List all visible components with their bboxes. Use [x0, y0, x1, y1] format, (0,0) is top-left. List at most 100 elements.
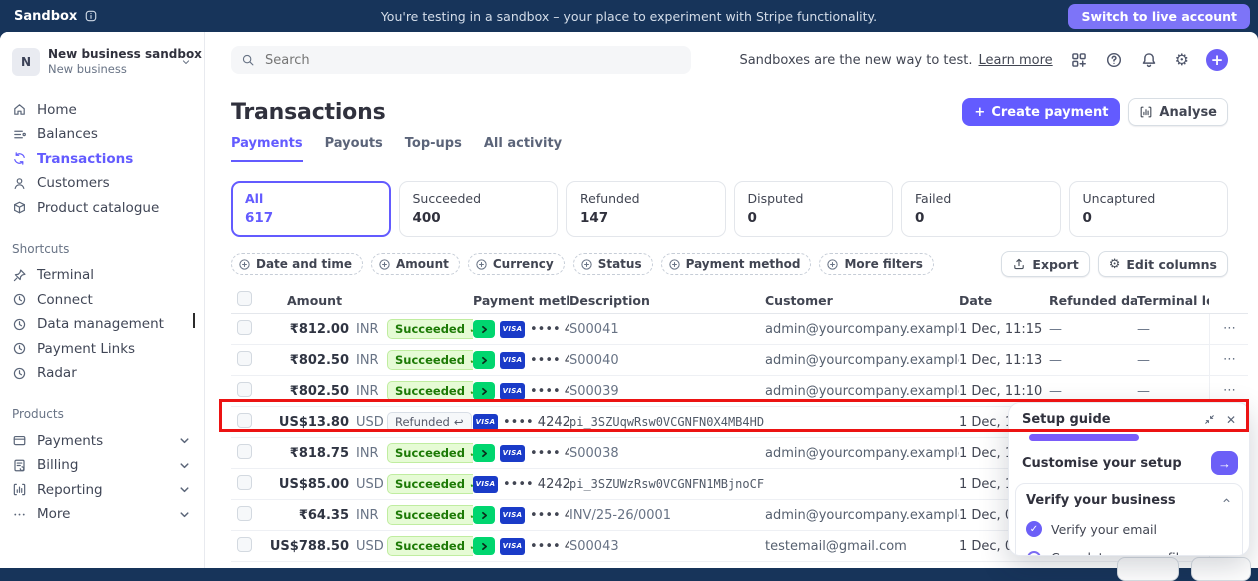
amount: US$13.80	[265, 415, 349, 430]
analyse-button[interactable]: Analyse	[1128, 98, 1228, 126]
table-row[interactable]: ₹802.50 INR Succeeded ✓ VISA •••• 4242 S…	[231, 345, 1248, 376]
row-checkbox[interactable]	[237, 475, 252, 490]
sidebar-item-label: Terminal	[37, 267, 94, 283]
link-payment-icon	[473, 351, 495, 369]
status-card-disputed[interactable]: Disputed 0	[734, 181, 894, 237]
sidebar-item-customers[interactable]: Customers	[0, 171, 204, 196]
sidebar-item-connect[interactable]: Connect	[0, 287, 204, 312]
account-switcher[interactable]: N New business sandbox New business	[0, 44, 204, 79]
row-checkbox[interactable]	[237, 537, 252, 552]
filter-chip-status[interactable]: Status	[573, 253, 653, 275]
sidebar-item-reporting[interactable]: Reporting	[0, 477, 204, 502]
export-button[interactable]: Export	[1001, 251, 1089, 277]
tab-all-activity[interactable]: All activity	[484, 136, 562, 162]
sidebar-item-data-management[interactable]: Data management	[0, 312, 204, 337]
sidebar-item-transactions[interactable]: Transactions	[0, 146, 204, 171]
description: pi_3SZUWzRsw0VCGNFN1MBjnoCF	[569, 477, 765, 491]
column-description[interactable]: Description	[569, 293, 765, 308]
sidebar-item-more[interactable]: More	[0, 502, 204, 527]
help-icon[interactable]	[1105, 51, 1123, 69]
settings-gear-icon[interactable]: ⚙	[1175, 51, 1189, 69]
row-checkbox[interactable]	[237, 444, 252, 459]
row-checkbox[interactable]	[237, 413, 252, 428]
column-amount[interactable]: Amount	[265, 293, 349, 308]
tab-payments[interactable]: Payments	[231, 136, 303, 162]
table-row[interactable]: ₹812.00 INR Succeeded ✓ VISA •••• 4242 S…	[231, 314, 1248, 345]
sidebar-item-payment-links[interactable]: Payment Links	[0, 336, 204, 361]
column-refunded-date[interactable]: Refunded date	[1049, 293, 1137, 308]
column-customer[interactable]: Customer	[765, 293, 959, 308]
column-payment-method[interactable]: Payment method	[473, 293, 569, 308]
status-card-uncaptured[interactable]: Uncaptured 0	[1069, 181, 1229, 237]
tab-top-ups[interactable]: Top-ups	[405, 136, 462, 162]
payment-method: VISA •••• 4242	[473, 320, 569, 338]
card-number: •••• 4242	[503, 415, 569, 430]
edit-columns-button[interactable]: ⚙ Edit columns	[1098, 251, 1228, 277]
clock-icon	[12, 292, 27, 307]
learn-more-link[interactable]: Learn more	[979, 53, 1053, 68]
filter-chip-more-filters[interactable]: More filters	[819, 253, 933, 275]
column-terminal-location[interactable]: Terminal loca	[1137, 293, 1209, 308]
sidebar-item-payments[interactable]: Payments	[0, 428, 204, 453]
info-icon[interactable]	[84, 9, 98, 23]
pagination-next-button[interactable]	[1191, 557, 1251, 581]
column-date[interactable]: Date	[959, 293, 1049, 308]
filter-toolbar: Date and time Amount Currency Status Payment…	[231, 251, 1258, 277]
status-badge-refunded: Refunded ↩	[387, 412, 472, 432]
status-card-count: 617	[245, 210, 377, 226]
search-input[interactable]	[263, 52, 681, 69]
setup-step-verify-your-email[interactable]: ✓Verify your email	[1026, 521, 1232, 537]
sidebar-item-product-catalogue[interactable]: Product catalogue	[0, 195, 204, 220]
tab-payouts[interactable]: Payouts	[325, 136, 383, 162]
card-number: •••• 4242	[530, 384, 569, 399]
sidebar-item-billing[interactable]: Billing	[0, 453, 204, 478]
status-card-failed[interactable]: Failed 0	[901, 181, 1061, 237]
sidebar-item-label: Home	[37, 102, 77, 118]
sidebar-item-balances[interactable]: Balances	[0, 122, 204, 147]
row-checkbox[interactable]	[237, 506, 252, 521]
transactions-tabs: Payments Payouts Top-ups All activity	[231, 136, 1258, 162]
status-card-all[interactable]: All 617	[231, 181, 391, 237]
status-card-succeeded[interactable]: Succeeded 400	[399, 181, 559, 237]
setup-step-label: Verify your email	[1051, 522, 1157, 537]
account-avatar: N	[12, 48, 40, 76]
description: S00039	[569, 384, 765, 399]
currency: INR	[349, 353, 385, 368]
sidebar-item-label: Billing	[37, 457, 78, 473]
select-all-checkbox[interactable]	[237, 291, 252, 306]
sidebar-products: Payments Billing ReportingMore	[0, 428, 204, 526]
collapse-icon[interactable]	[1204, 414, 1215, 425]
status-badge-succeeded: Succeeded ✓	[387, 381, 473, 401]
visa-icon: VISA	[473, 476, 498, 493]
status-card-refunded[interactable]: Refunded 147	[566, 181, 726, 237]
row-menu-button[interactable]: ⋯	[1223, 352, 1236, 367]
plus-circle-icon	[668, 258, 681, 271]
row-checkbox[interactable]	[237, 320, 252, 335]
filter-chip-label: Payment method	[686, 257, 801, 271]
search-bar[interactable]	[231, 46, 691, 74]
row-checkbox[interactable]	[237, 382, 252, 397]
bar-chart-icon	[1139, 105, 1153, 119]
filter-chip-label: More filters	[844, 257, 922, 271]
sidebar-item-home[interactable]: Home	[0, 97, 204, 122]
setup-step-complete-your-profile[interactable]: Complete your profile	[1026, 550, 1232, 556]
filter-chip-amount[interactable]: Amount	[371, 253, 460, 275]
pagination-previous-button[interactable]	[1117, 557, 1179, 581]
row-checkbox[interactable]	[237, 351, 252, 366]
row-menu-button[interactable]: ⋯	[1223, 383, 1236, 398]
filter-chip-currency[interactable]: Currency	[468, 253, 565, 275]
sidebar-item-terminal[interactable]: Terminal	[0, 263, 204, 288]
filter-chip-date-and-time[interactable]: Date and time	[231, 253, 363, 275]
apps-grid-icon[interactable]	[1070, 51, 1088, 69]
notifications-bell-icon[interactable]	[1140, 51, 1158, 69]
close-icon[interactable]: ✕	[1226, 414, 1236, 426]
row-menu-button[interactable]: ⋯	[1223, 321, 1236, 336]
verify-business-header[interactable]: Verify your business	[1026, 493, 1232, 508]
switch-to-live-account-button[interactable]: Switch to live account	[1068, 4, 1250, 29]
sidebar-item-radar[interactable]: Radar	[0, 361, 204, 386]
status-card-count: 0	[915, 210, 1047, 226]
filter-chip-payment-method[interactable]: Payment method	[661, 253, 812, 275]
create-plus-button[interactable]: +	[1206, 49, 1228, 71]
customise-setup-arrow-button[interactable]: →	[1211, 451, 1238, 475]
create-payment-button[interactable]: + Create payment	[962, 98, 1120, 126]
